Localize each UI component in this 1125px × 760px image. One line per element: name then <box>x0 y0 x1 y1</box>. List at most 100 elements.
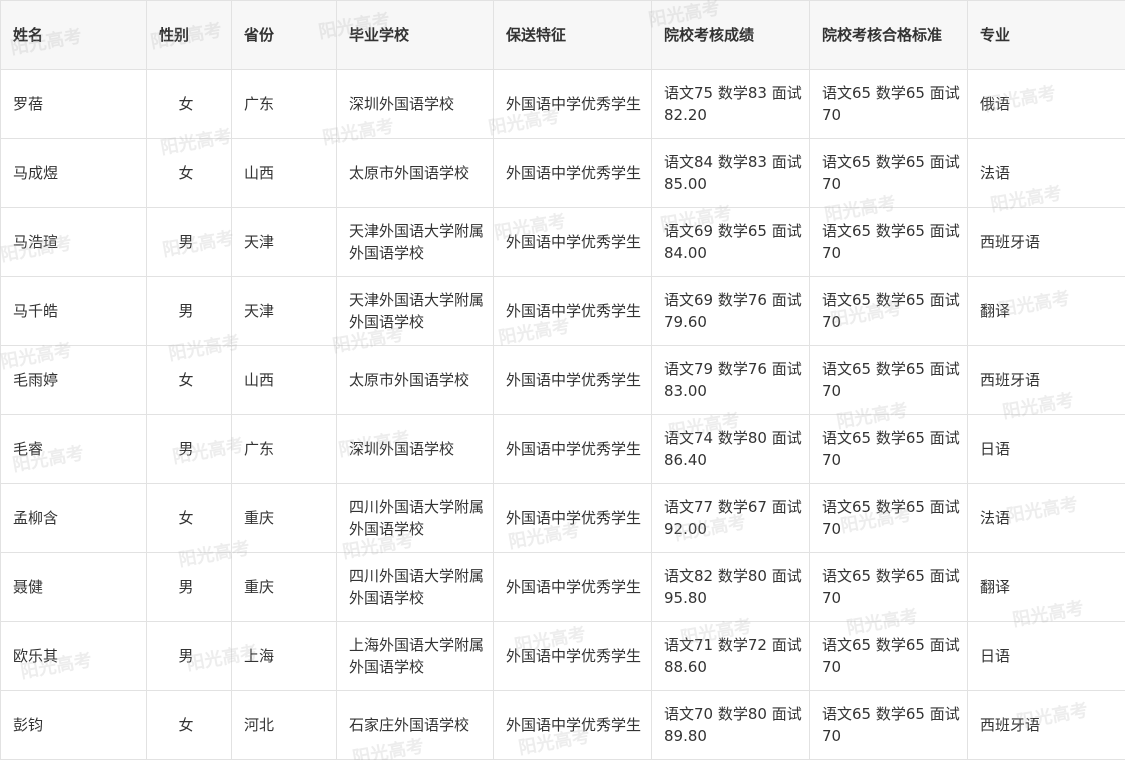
table-row: 彭钧 女 河北 石家庄外国语学校 外国语中学优秀学生 语文70 数学80 面试8… <box>0 690 1125 760</box>
cell-name: 马千皓 <box>0 276 147 346</box>
cell-exam-scores: 语文75 数学83 面试82.20 <box>651 69 810 139</box>
table-row: 罗蓓 女 广东 深圳外国语学校 外国语中学优秀学生 语文75 数学83 面试82… <box>0 69 1125 139</box>
cell-name: 孟柳含 <box>0 483 147 553</box>
header-province: 省份 <box>231 0 337 70</box>
admissions-table: 姓名 性别 省份 毕业学校 保送特征 院校考核成绩 院校考核合格标准 专业 罗蓓… <box>0 0 1125 760</box>
cell-exam-scores: 语文77 数学67 面试92.00 <box>651 483 810 553</box>
cell-recommendation-type: 外国语中学优秀学生 <box>493 207 652 277</box>
cell-province: 重庆 <box>231 483 337 553</box>
cell-recommendation-type: 外国语中学优秀学生 <box>493 69 652 139</box>
header-passing-standard: 院校考核合格标准 <box>809 0 968 70</box>
cell-name: 马成煜 <box>0 138 147 208</box>
cell-recommendation-type: 外国语中学优秀学生 <box>493 552 652 622</box>
table-body: 罗蓓 女 广东 深圳外国语学校 外国语中学优秀学生 语文75 数学83 面试82… <box>0 69 1125 760</box>
cell-major: 西班牙语 <box>967 345 1125 415</box>
cell-recommendation-type: 外国语中学优秀学生 <box>493 690 652 760</box>
cell-recommendation-type: 外国语中学优秀学生 <box>493 276 652 346</box>
cell-name: 毛睿 <box>0 414 147 484</box>
cell-gender: 男 <box>146 552 232 622</box>
cell-school: 四川外国语大学附属外国语学校 <box>336 483 494 553</box>
header-recommendation-type: 保送特征 <box>493 0 652 70</box>
cell-passing-standard: 语文65 数学65 面试70 <box>809 276 968 346</box>
cell-name: 彭钧 <box>0 690 147 760</box>
cell-school: 太原市外国语学校 <box>336 138 494 208</box>
header-name: 姓名 <box>0 0 147 70</box>
cell-passing-standard: 语文65 数学65 面试70 <box>809 207 968 277</box>
cell-gender: 女 <box>146 345 232 415</box>
cell-province: 重庆 <box>231 552 337 622</box>
cell-school: 太原市外国语学校 <box>336 345 494 415</box>
cell-gender: 男 <box>146 414 232 484</box>
cell-major: 法语 <box>967 138 1125 208</box>
cell-exam-scores: 语文69 数学65 面试84.00 <box>651 207 810 277</box>
cell-name: 欧乐其 <box>0 621 147 691</box>
cell-school: 石家庄外国语学校 <box>336 690 494 760</box>
cell-recommendation-type: 外国语中学优秀学生 <box>493 345 652 415</box>
cell-major: 翻译 <box>967 276 1125 346</box>
header-exam-scores: 院校考核成绩 <box>651 0 810 70</box>
cell-passing-standard: 语文65 数学65 面试70 <box>809 138 968 208</box>
cell-passing-standard: 语文65 数学65 面试70 <box>809 621 968 691</box>
cell-gender: 女 <box>146 690 232 760</box>
cell-school: 深圳外国语学校 <box>336 414 494 484</box>
header-major: 专业 <box>967 0 1125 70</box>
cell-name: 罗蓓 <box>0 69 147 139</box>
header-row: 姓名 性别 省份 毕业学校 保送特征 院校考核成绩 院校考核合格标准 专业 <box>0 0 1125 70</box>
cell-gender: 女 <box>146 69 232 139</box>
cell-exam-scores: 语文82 数学80 面试95.80 <box>651 552 810 622</box>
table-header: 姓名 性别 省份 毕业学校 保送特征 院校考核成绩 院校考核合格标准 专业 <box>0 0 1125 70</box>
cell-recommendation-type: 外国语中学优秀学生 <box>493 138 652 208</box>
cell-school: 四川外国语大学附属外国语学校 <box>336 552 494 622</box>
cell-school: 上海外国语大学附属外国语学校 <box>336 621 494 691</box>
cell-exam-scores: 语文84 数学83 面试85.00 <box>651 138 810 208</box>
cell-name: 马浩瑄 <box>0 207 147 277</box>
cell-recommendation-type: 外国语中学优秀学生 <box>493 621 652 691</box>
table-row: 孟柳含 女 重庆 四川外国语大学附属外国语学校 外国语中学优秀学生 语文77 数… <box>0 483 1125 553</box>
table-row: 马浩瑄 男 天津 天津外国语大学附属外国语学校 外国语中学优秀学生 语文69 数… <box>0 207 1125 277</box>
cell-exam-scores: 语文79 数学76 面试83.00 <box>651 345 810 415</box>
cell-gender: 男 <box>146 207 232 277</box>
table-row: 毛睿 男 广东 深圳外国语学校 外国语中学优秀学生 语文74 数学80 面试86… <box>0 414 1125 484</box>
cell-province: 天津 <box>231 207 337 277</box>
cell-recommendation-type: 外国语中学优秀学生 <box>493 414 652 484</box>
cell-major: 翻译 <box>967 552 1125 622</box>
table-row: 欧乐其 男 上海 上海外国语大学附属外国语学校 外国语中学优秀学生 语文71 数… <box>0 621 1125 691</box>
cell-passing-standard: 语文65 数学65 面试70 <box>809 552 968 622</box>
cell-gender: 女 <box>146 138 232 208</box>
cell-passing-standard: 语文65 数学65 面试70 <box>809 414 968 484</box>
cell-province: 山西 <box>231 345 337 415</box>
cell-passing-standard: 语文65 数学65 面试70 <box>809 690 968 760</box>
header-school: 毕业学校 <box>336 0 494 70</box>
cell-major: 日语 <box>967 414 1125 484</box>
cell-province: 河北 <box>231 690 337 760</box>
cell-major: 西班牙语 <box>967 690 1125 760</box>
header-gender: 性别 <box>146 0 232 70</box>
cell-name: 毛雨婷 <box>0 345 147 415</box>
cell-province: 山西 <box>231 138 337 208</box>
cell-gender: 女 <box>146 483 232 553</box>
cell-school: 天津外国语大学附属外国语学校 <box>336 276 494 346</box>
cell-province: 天津 <box>231 276 337 346</box>
cell-passing-standard: 语文65 数学65 面试70 <box>809 345 968 415</box>
cell-major: 日语 <box>967 621 1125 691</box>
cell-exam-scores: 语文74 数学80 面试86.40 <box>651 414 810 484</box>
cell-school: 天津外国语大学附属外国语学校 <box>336 207 494 277</box>
cell-exam-scores: 语文71 数学72 面试88.60 <box>651 621 810 691</box>
cell-major: 法语 <box>967 483 1125 553</box>
cell-name: 聂健 <box>0 552 147 622</box>
cell-gender: 男 <box>146 276 232 346</box>
cell-province: 广东 <box>231 69 337 139</box>
cell-major: 西班牙语 <box>967 207 1125 277</box>
table-row: 聂健 男 重庆 四川外国语大学附属外国语学校 外国语中学优秀学生 语文82 数学… <box>0 552 1125 622</box>
cell-passing-standard: 语文65 数学65 面试70 <box>809 483 968 553</box>
cell-passing-standard: 语文65 数学65 面试70 <box>809 69 968 139</box>
cell-exam-scores: 语文69 数学76 面试79.60 <box>651 276 810 346</box>
cell-recommendation-type: 外国语中学优秀学生 <box>493 483 652 553</box>
table-row: 马成煜 女 山西 太原市外国语学校 外国语中学优秀学生 语文84 数学83 面试… <box>0 138 1125 208</box>
cell-major: 俄语 <box>967 69 1125 139</box>
cell-province: 上海 <box>231 621 337 691</box>
cell-school: 深圳外国语学校 <box>336 69 494 139</box>
cell-exam-scores: 语文70 数学80 面试89.80 <box>651 690 810 760</box>
cell-province: 广东 <box>231 414 337 484</box>
cell-gender: 男 <box>146 621 232 691</box>
